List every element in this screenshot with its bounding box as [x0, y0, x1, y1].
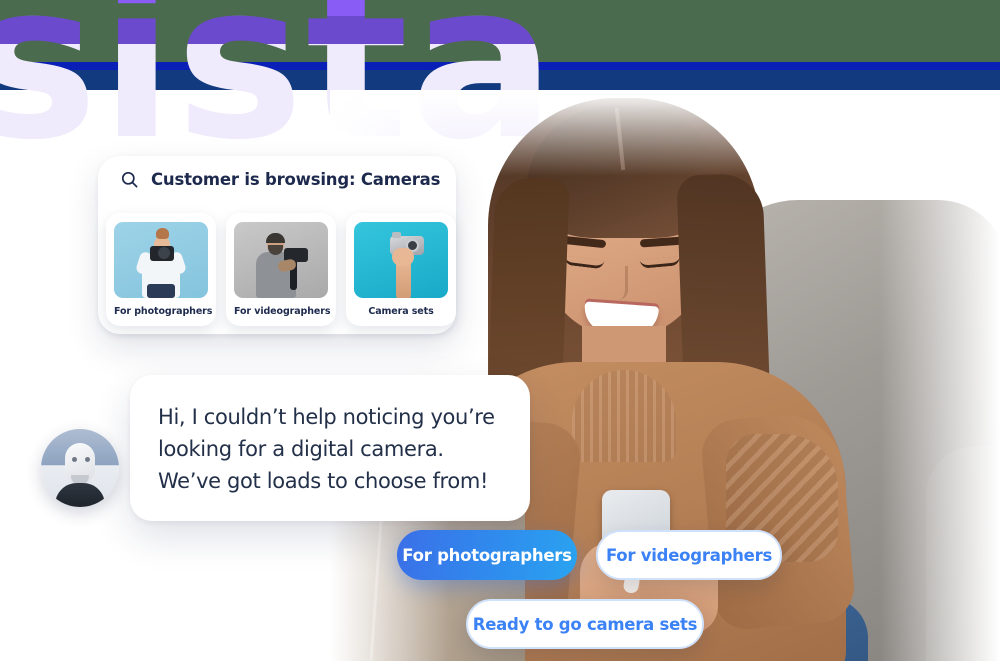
- agent-message-line: looking for a digital camera.: [158, 437, 444, 461]
- browsing-status-text: Customer is browsing: Cameras: [151, 170, 441, 189]
- agent-message-line: Hi, I couldn’t help noticing you’re: [158, 405, 495, 429]
- product-card-label: Camera sets: [368, 306, 434, 317]
- agent-message-line: We’ve got loads to choose from!: [158, 469, 489, 493]
- quick-reply-camera-sets[interactable]: Ready to go camera sets: [466, 599, 704, 649]
- screenshot-stage: sista sista sista: [0, 0, 1000, 661]
- product-card-camera-sets[interactable]: Camera sets: [346, 213, 456, 326]
- quick-reply-for-photographers[interactable]: For photographers: [397, 530, 577, 580]
- product-card-label: For videographers: [234, 306, 331, 317]
- browsing-status-bar[interactable]: Customer is browsing: Cameras: [98, 156, 456, 203]
- hand-holding-camera-icon: [354, 222, 448, 298]
- browsing-panel: Customer is browsing: Cameras For photog…: [98, 156, 456, 334]
- nose: [612, 266, 628, 300]
- product-card-list: For photographers For videographers Came…: [98, 203, 456, 334]
- agent-message-bubble: Hi, I couldn’t help noticing you’re look…: [130, 375, 530, 521]
- quick-reply-for-videographers[interactable]: For videographers: [596, 530, 782, 580]
- product-card-photographers[interactable]: For photographers: [106, 213, 216, 326]
- product-card-label: For photographers: [114, 306, 213, 317]
- search-icon: [121, 171, 138, 188]
- photographer-woman-with-camera-icon: [114, 222, 208, 298]
- videographer-man-with-gimbal-icon: [234, 222, 328, 298]
- robot-shoulders: [55, 483, 105, 507]
- robot-eye-right: [85, 457, 90, 462]
- agent-avatar: [41, 429, 119, 507]
- product-card-videographers[interactable]: For videographers: [226, 213, 336, 326]
- robot-eye-left: [72, 457, 77, 462]
